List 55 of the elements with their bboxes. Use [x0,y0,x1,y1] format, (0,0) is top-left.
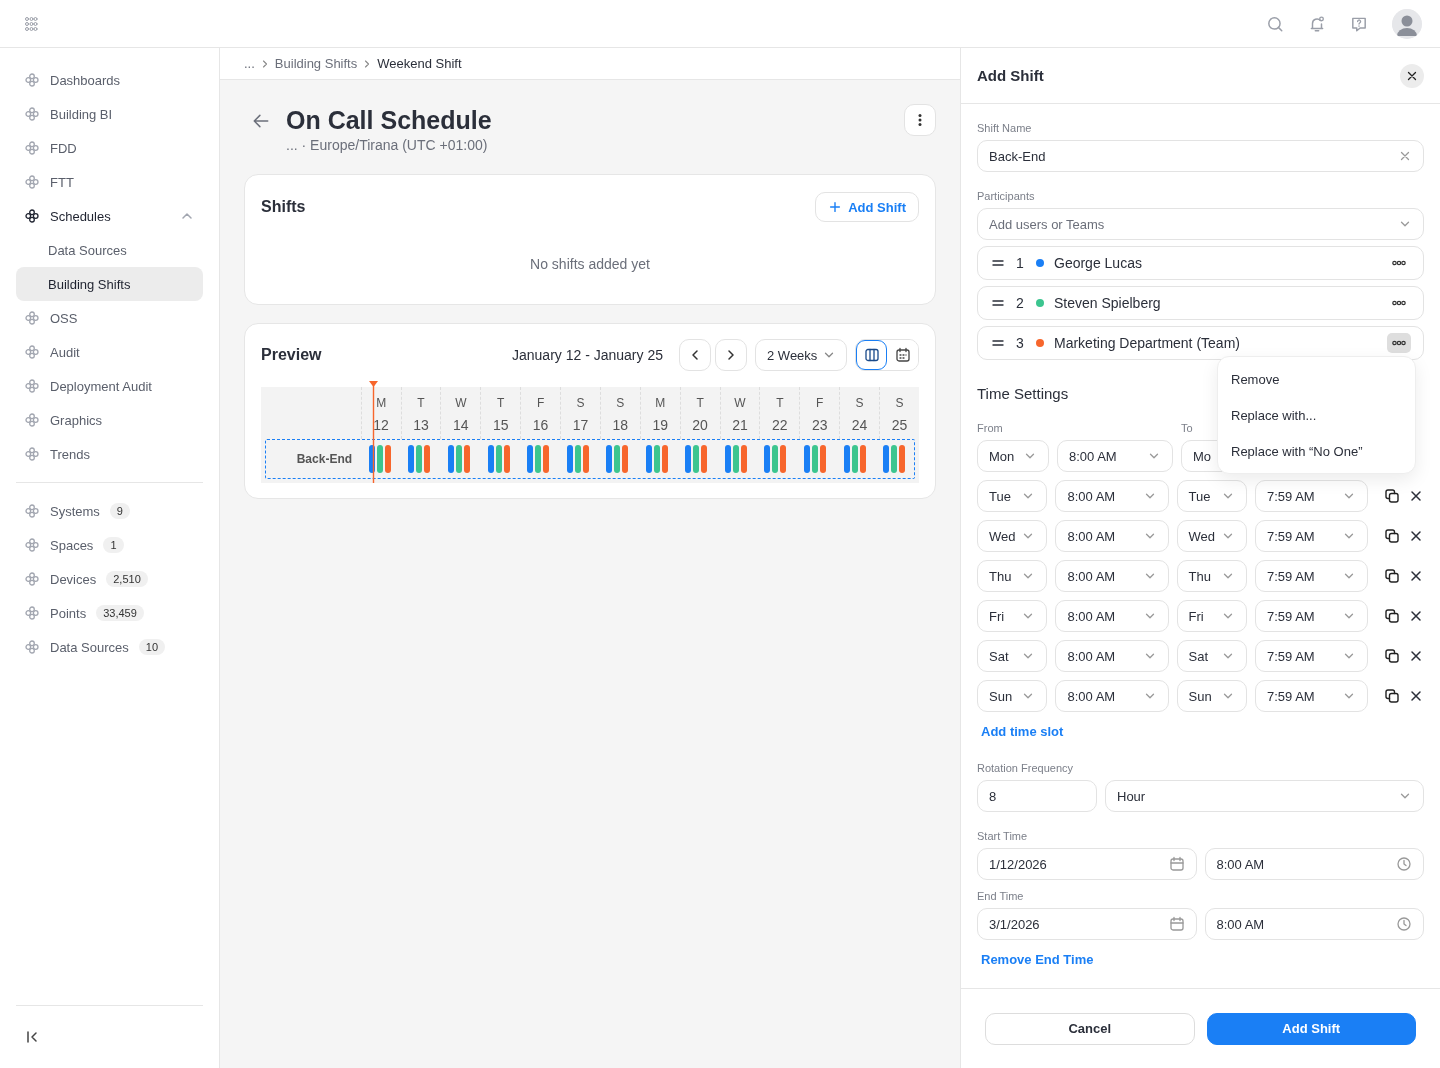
count-badge: 1 [103,537,124,553]
weekday-label: W [734,395,746,411]
weekday-label: T [497,395,505,411]
date-label: 16 [532,417,549,433]
card-title: Preview [261,346,322,364]
count-badge: 9 [109,503,130,519]
count-badge: 33,459 [96,605,144,621]
field-label: Participants [977,189,1036,203]
date-label: 13 [413,417,429,433]
card-title: Shifts [261,198,306,216]
page-title: On Call Schedule [286,105,493,136]
date-label: 14 [453,417,469,433]
field-label: Shift Name [977,121,1033,135]
section-title: Time Settings [977,385,1070,403]
date-label: 20 [692,417,708,433]
date-label: 19 [652,417,669,433]
date-label: 21 [732,417,748,433]
panel-title: Add Shift [977,67,1044,84]
date-label: 15 [492,417,509,433]
field-label: From [977,422,1003,434]
count-badge: 2,510 [106,571,148,587]
participant-number: 1 [1016,255,1025,271]
weekday-label: S [616,395,625,411]
participant-number: 3 [1016,335,1025,351]
date-label: 22 [772,417,788,433]
row-label: Back-End [295,452,354,466]
date-label: 12 [373,417,389,433]
participant-name: Marketing Department (Team) [1054,335,1241,351]
field-label: Start Time [977,829,1029,843]
date-label: 25 [891,417,908,433]
weekday-label: S [576,395,585,411]
date-label: 23 [811,417,828,433]
weekday-label: M [376,395,387,411]
weekday-label: W [455,395,467,411]
date-label: 24 [851,417,868,433]
weekday-label: F [536,395,545,411]
field-label: End Time [977,889,1025,903]
weekday-label: M [655,395,666,411]
participant-number: 2 [1016,295,1025,311]
count-badge: 10 [138,639,165,655]
field-label: To [1181,421,1193,435]
date-label: 17 [572,417,589,433]
page-subtitle: ... · Europe/Tirana (UTC +01:00) [286,136,489,154]
weekday-label: T [696,395,704,411]
participant-name: George Lucas [1054,255,1143,271]
weekday-label: S [855,395,864,411]
weekday-label: S [895,395,904,411]
weekday-label: T [417,395,425,411]
field-label: Rotation Frequency [977,761,1074,775]
date-range: January 12 - January 25 [512,347,663,363]
date-label: 18 [612,417,629,433]
weekday-label: F [816,395,824,411]
weekday-label: T [776,395,784,411]
participant-name: Steven Spielberg [1054,295,1162,311]
empty-message: No shifts added yet [530,256,650,272]
